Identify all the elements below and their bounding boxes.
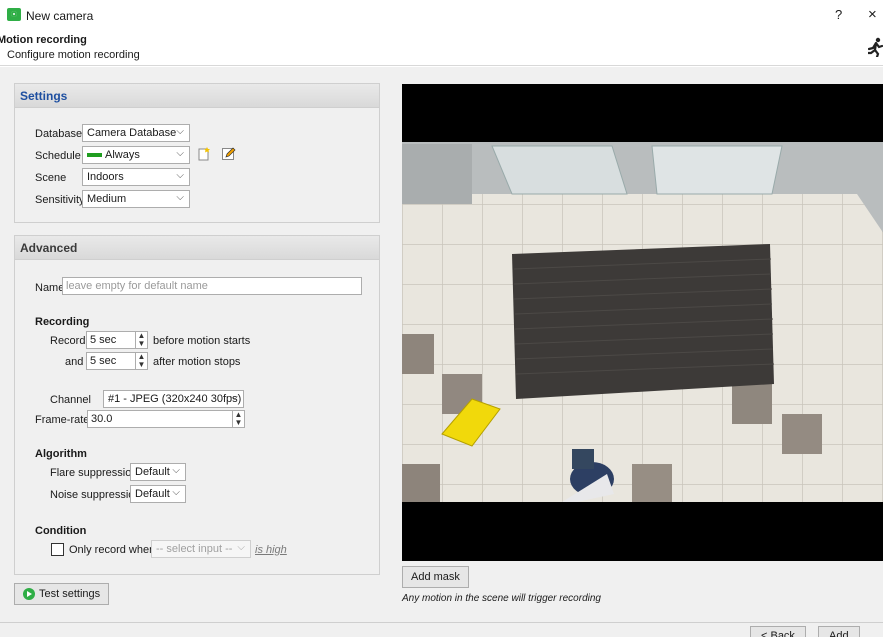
chevron-down-icon: ⌵ — [176, 126, 184, 137]
page-title: Motion recording — [0, 34, 87, 46]
back-button[interactable]: < Back — [750, 626, 806, 637]
channel-label: Channel — [50, 394, 91, 406]
spin-arrows-icon[interactable]: ▲ ▼ — [232, 411, 244, 427]
name-placeholder: leave empty for default name — [66, 280, 208, 292]
page-subtitle: Configure motion recording — [7, 49, 140, 61]
noise-select[interactable]: Default ⌵ — [130, 485, 186, 503]
record-before-suffix: before motion starts — [153, 335, 251, 347]
motion-hint-text: Any motion in the scene will trigger rec… — [402, 593, 601, 604]
add-button[interactable]: Add — [818, 626, 860, 637]
window-title: New camera — [26, 9, 94, 23]
channel-select[interactable]: #1 - JPEG (320x240 30fps) ⌵ — [103, 390, 244, 408]
scene-value: Indoors — [87, 171, 124, 183]
record-label: Record — [50, 335, 86, 347]
test-settings-label: Test settings — [39, 588, 101, 600]
record-before-stepper[interactable]: 5 sec ▲ ▼ — [86, 331, 148, 349]
channel-value: #1 - JPEG (320x240 30fps) — [108, 393, 242, 405]
framerate-value: 30.0 — [91, 413, 113, 425]
flare-select[interactable]: Default ⌵ — [130, 463, 186, 481]
chevron-down-icon: ⌵ — [237, 542, 245, 553]
add-mask-button[interactable]: Add mask — [402, 566, 469, 588]
database-value: Camera Database — [87, 127, 177, 139]
sensitivity-value: Medium — [87, 193, 127, 205]
schedule-value: Always — [105, 149, 140, 161]
new-schedule-icon[interactable] — [196, 146, 211, 161]
content-area: Settings Database Camera Database ⌵ Sche… — [0, 67, 883, 622]
name-input[interactable]: leave empty for default name — [62, 277, 362, 295]
schedule-label: Schedule — [35, 150, 81, 162]
app-icon — [7, 8, 21, 21]
title-bar: New camera ? × — [0, 0, 883, 30]
camera-preview[interactable] — [402, 84, 883, 561]
chevron-down-icon: ⌵ — [172, 487, 180, 498]
flare-value: Default — [135, 466, 170, 478]
database-label: Database — [35, 128, 83, 140]
help-button[interactable]: ? — [835, 7, 842, 22]
camera-feed-image — [402, 84, 883, 561]
advanced-panel: Advanced Name leave empty for default na… — [14, 235, 380, 575]
page-header: Motion recording Configure motion record… — [0, 30, 883, 66]
and-label: and — [65, 356, 84, 368]
select-input-value: -- select input -- — [156, 543, 233, 555]
edit-schedule-icon[interactable] — [221, 146, 236, 161]
record-after-value: 5 sec — [90, 355, 117, 367]
framerate-label: Frame-rate — [35, 414, 90, 426]
chevron-down-icon: ⌵ — [176, 170, 184, 181]
test-settings-button[interactable]: Test settings — [14, 583, 110, 605]
name-label: Name — [35, 282, 65, 294]
record-after-stepper[interactable]: 5 sec ▲ ▼ — [86, 352, 148, 370]
schedule-color-swatch — [87, 153, 102, 158]
settings-panel: Settings Database Camera Database ⌵ Sche… — [14, 83, 380, 223]
select-input-dropdown[interactable]: -- select input -- ⌵ — [151, 540, 251, 558]
sensitivity-label: Sensitivity — [35, 194, 85, 206]
only-record-label: Only record when — [69, 544, 156, 556]
framerate-stepper[interactable]: 30.0 ▲ ▼ — [87, 410, 245, 428]
sensitivity-select[interactable]: Medium ⌵ — [82, 190, 190, 208]
is-high-link[interactable]: is high — [255, 544, 287, 556]
footer: < Back Add — [0, 622, 883, 637]
noise-value: Default — [135, 488, 170, 500]
recording-title: Recording — [35, 316, 90, 328]
only-record-checkbox[interactable] — [51, 543, 64, 556]
settings-header: Settings — [15, 84, 379, 108]
play-icon — [23, 588, 35, 601]
algorithm-title: Algorithm — [35, 448, 87, 460]
advanced-header: Advanced — [15, 236, 379, 260]
record-before-value: 5 sec — [90, 334, 117, 346]
close-button[interactable]: × — [868, 6, 877, 23]
record-after-suffix: after motion stops — [153, 356, 241, 368]
flare-label: Flare suppression — [50, 467, 138, 479]
scene-select[interactable]: Indoors ⌵ — [82, 168, 190, 186]
spin-arrows-icon[interactable]: ▲ ▼ — [135, 353, 147, 369]
spin-arrows-icon[interactable]: ▲ ▼ — [135, 332, 147, 348]
chevron-down-icon: ⌵ — [172, 465, 180, 476]
chevron-down-icon: ⌵ — [176, 192, 184, 203]
condition-title: Condition — [35, 525, 87, 537]
scene-label: Scene — [35, 172, 67, 184]
chevron-down-icon: ⌵ — [230, 392, 238, 403]
running-person-icon — [868, 37, 883, 57]
noise-label: Noise suppression — [50, 489, 141, 501]
schedule-select[interactable]: Always ⌵ — [82, 146, 190, 164]
chevron-down-icon: ⌵ — [176, 148, 184, 159]
database-select[interactable]: Camera Database ⌵ — [82, 124, 190, 142]
